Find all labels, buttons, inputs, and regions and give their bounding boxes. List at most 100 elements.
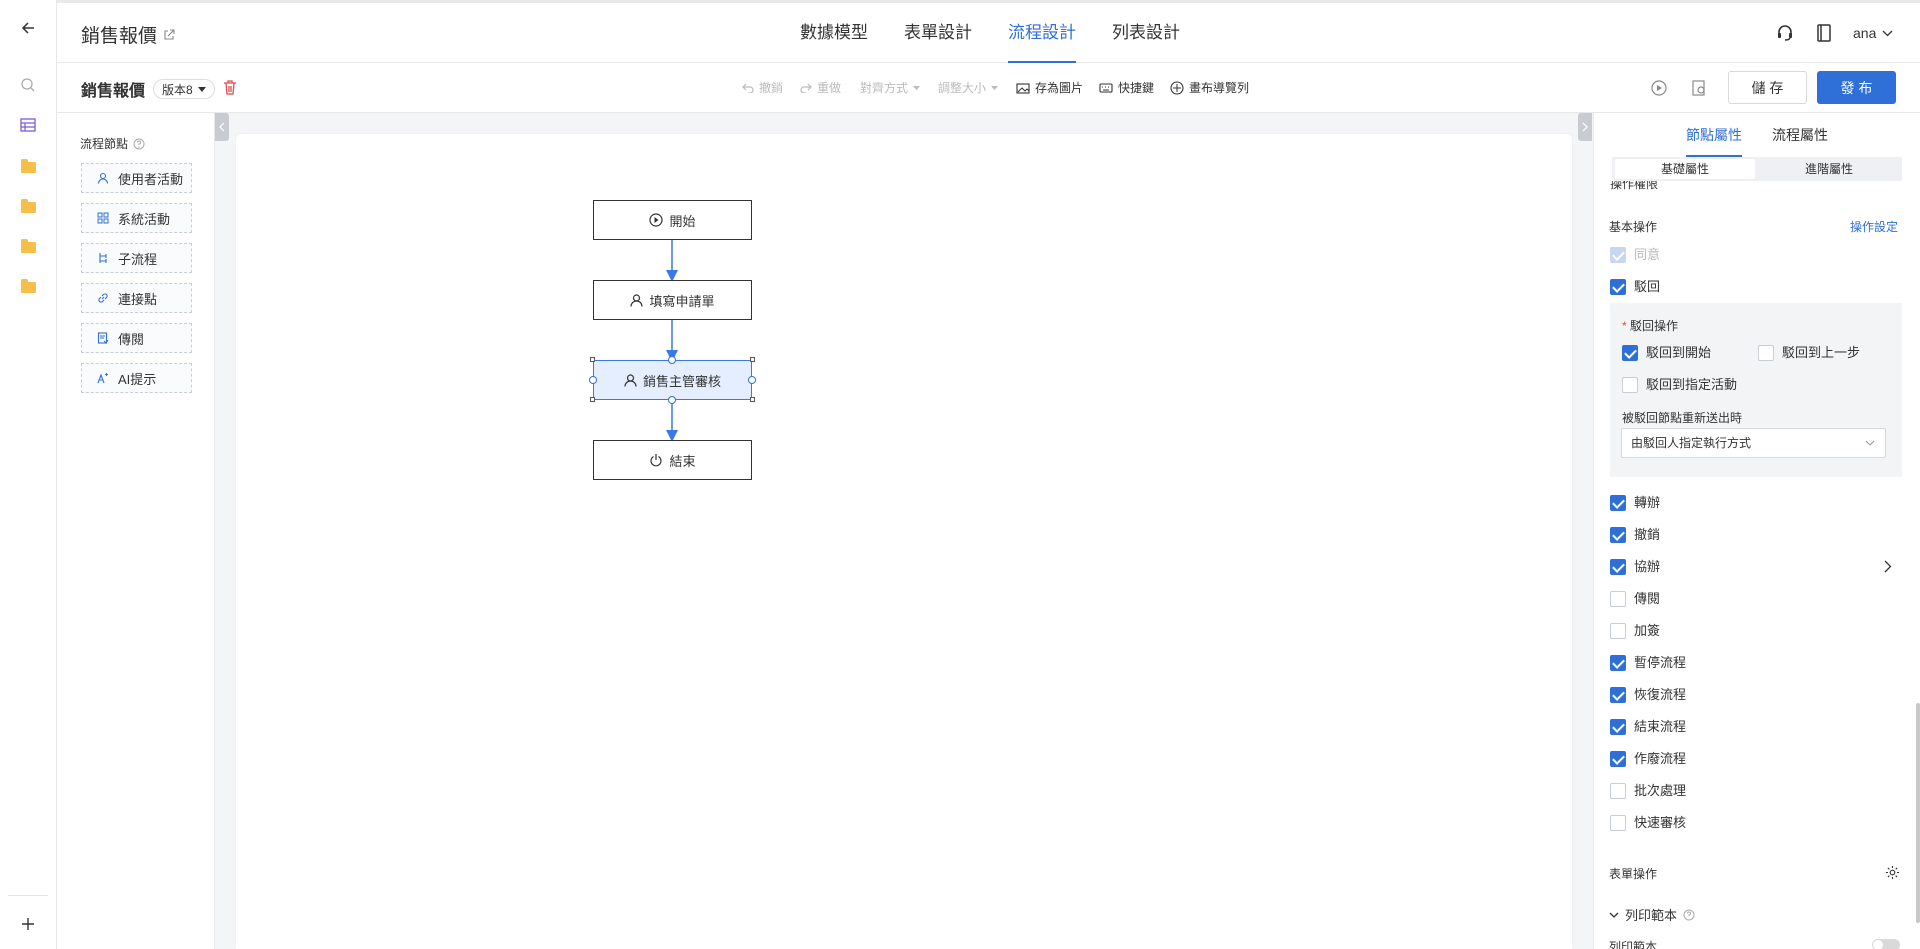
section-op-permissions[interactable]: 操作權限 [1610,181,1658,190]
form-ops-label: 表單操作 [1609,867,1658,881]
print-template-toggle[interactable] [1872,939,1900,949]
table-icon[interactable] [18,115,38,135]
rail-divider [8,895,48,896]
tab-flow-properties[interactable]: 流程屬性 [1772,113,1828,157]
save-button[interactable]: 儲 存 [1728,71,1807,104]
folder-icon[interactable] [18,157,38,177]
reject-to-prev-checkbox[interactable] [1758,345,1774,361]
reject-to-specified-checkbox[interactable] [1622,377,1638,393]
flow-node-label: 開始 [669,213,696,229]
reject-checkbox[interactable] [1610,279,1626,295]
flow-node-start[interactable]: 開始 [593,200,752,240]
op-checkbox-revoke[interactable] [1610,527,1626,543]
folder-icon[interactable] [18,197,38,217]
resize-handle[interactable] [590,397,595,402]
op-checkbox-void[interactable] [1610,751,1626,767]
add-icon[interactable] [18,914,38,934]
version-select[interactable]: 版本8 [153,79,215,99]
node-item-subflow[interactable]: 子流程 [81,243,192,273]
subtab-advanced[interactable]: 進階屬性 [1759,159,1899,179]
node-item-system-activity[interactable]: 系統活動 [81,203,192,233]
reject-to-start-checkbox[interactable] [1622,345,1638,361]
canvas-nav-button[interactable]: 畫布導覽列 [1170,63,1249,113]
user-icon [630,293,644,307]
top-header: 銷售報價 數據模型 表單設計 流程設計 列表設計 ana [57,0,1920,63]
reject-op-label: 駁回操作 [1630,319,1679,333]
subtab-basic[interactable]: 基礎屬性 [1615,159,1755,179]
node-item-connector[interactable]: 連接點 [81,283,192,313]
undo-button[interactable]: 撤銷 [742,63,783,113]
op-checkbox-batch[interactable] [1610,783,1626,799]
delete-icon[interactable] [223,80,237,98]
resubmit-label: 被駁回節點重新送出時 [1622,411,1743,425]
tab-node-properties[interactable]: 節點屬性 [1686,113,1742,157]
node-panel-header: 流程節點 [80,135,145,152]
resubmit-select[interactable]: 由駁回人指定執行方式 [1621,428,1886,458]
publish-button[interactable]: 發 布 [1817,71,1896,104]
op-label: 傳閱 [1634,591,1661,606]
help-icon[interactable] [1683,909,1695,921]
print-template-section[interactable]: 列印範本 [1609,905,1695,924]
op-label: 批次處理 [1634,783,1687,798]
anchor-handle[interactable] [668,356,676,364]
tab-list-design[interactable]: 列表設計 [1112,3,1180,63]
align-dropdown[interactable]: 對齊方式 [860,63,921,113]
chevron-right-icon[interactable] [1884,560,1892,573]
tab-form-design[interactable]: 表單設計 [904,3,972,63]
op-checkbox-transfer[interactable] [1610,495,1626,511]
collapse-left-handle[interactable] [215,113,229,141]
collapse-right-handle[interactable] [1578,113,1592,141]
folder-icon[interactable] [18,237,38,257]
node-item-label: 系統活動 [118,211,171,227]
run-icon[interactable] [1651,80,1667,99]
op-checkbox-assist[interactable] [1610,559,1626,575]
anchor-handle[interactable] [589,376,597,384]
flow-node-end[interactable]: 結束 [593,440,752,480]
external-link-icon[interactable] [163,28,175,41]
resize-handle[interactable] [750,397,755,402]
redo-button[interactable]: 重做 [800,63,841,113]
node-panel-title: 流程節點 [80,137,129,151]
flow-node-sales-manager-review[interactable]: 銷售主管審核 [593,360,752,400]
node-item-user-activity[interactable]: 使用者活動 [81,163,192,193]
support-icon[interactable] [1775,23,1795,46]
anchor-handle[interactable] [668,396,676,404]
node-item-label: 連接點 [118,291,158,307]
tab-flow-design[interactable]: 流程設計 [1008,3,1076,63]
circulate-icon [97,332,109,344]
folder-icon[interactable] [18,277,38,297]
op-checkbox-resume[interactable] [1610,687,1626,703]
op-label: 恢復流程 [1634,687,1687,702]
anchor-handle[interactable] [748,376,756,384]
ops-settings-link[interactable]: 操作設定 [1850,218,1898,235]
resize-dropdown[interactable]: 調整大小 [938,63,999,113]
op-checkbox-add-sign[interactable] [1610,623,1626,639]
resize-handle[interactable] [590,357,595,362]
op-checkbox-pause[interactable] [1610,655,1626,671]
op-checkbox-quick-review[interactable] [1610,815,1626,831]
preview-icon[interactable] [1691,80,1707,99]
flow-canvas[interactable]: 開始 填寫申請單 銷售主管審核 結束 [236,134,1572,949]
back-icon[interactable] [18,18,38,38]
user-menu[interactable]: ana [1853,25,1893,41]
node-item-ai-prompt[interactable]: AI提示 [81,363,192,393]
help-icon[interactable] [133,138,145,150]
panel-scrollbar[interactable] [1916,703,1920,923]
resize-handle[interactable] [750,357,755,362]
flow-node-fill-application[interactable]: 填寫申請單 [593,280,752,320]
op-checkbox-end[interactable] [1610,719,1626,735]
flow-node-label: 填寫申請單 [649,293,715,309]
op-label: 加簽 [1634,623,1661,638]
search-icon[interactable] [18,75,38,95]
play-icon [649,213,664,227]
user-name: ana [1853,25,1877,41]
shortcuts-button[interactable]: 快捷鍵 [1099,63,1154,113]
save-image-button[interactable]: 存為圖片 [1016,63,1083,113]
op-checkbox-circulate[interactable] [1610,591,1626,607]
op-label: 暫停流程 [1634,655,1687,670]
tab-data-model[interactable]: 數據模型 [800,3,868,63]
node-item-circulate[interactable]: 傳閱 [81,323,192,353]
gear-icon[interactable] [1885,865,1900,880]
book-icon[interactable] [1815,23,1833,46]
left-rail [0,0,57,949]
